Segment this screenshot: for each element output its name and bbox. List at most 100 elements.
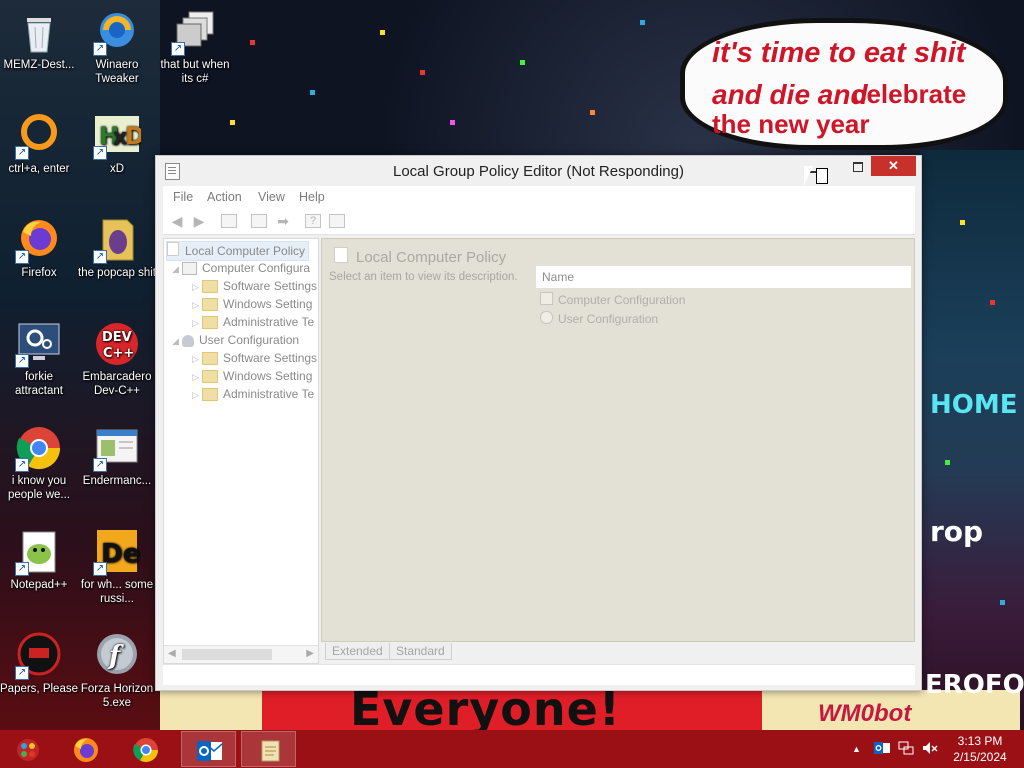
show-hide-tree-icon[interactable] xyxy=(221,214,237,228)
tree-node-computer-admin[interactable]: ▷ Administrative Te xyxy=(192,313,314,331)
list-item-user-config[interactable]: User Configuration xyxy=(540,311,658,326)
confetti xyxy=(450,120,455,125)
folder-icon xyxy=(202,298,218,312)
close-button[interactable]: ✕ xyxy=(871,156,916,176)
user-icon xyxy=(182,334,194,347)
menu-action[interactable]: Action xyxy=(207,190,242,204)
tab-standard[interactable]: Standard xyxy=(389,643,452,660)
bubble-line-2: and die and xyxy=(712,79,868,110)
tree-node-user-software[interactable]: ▷ Software Settings xyxy=(192,349,317,367)
chrome-icon: ↗ xyxy=(15,424,63,472)
tree-node-computer-config[interactable]: ◢ Computer Configura xyxy=(172,259,310,277)
tree-node-user-admin[interactable]: ▷ Administrative Te xyxy=(192,385,314,403)
taskbar-group-policy[interactable] xyxy=(241,731,296,767)
expand-arrow-icon[interactable]: ▷ xyxy=(192,368,202,386)
firefox-icon: ↗ xyxy=(15,216,63,264)
tab-extended[interactable]: Extended xyxy=(325,643,390,660)
taskbar-chrome[interactable] xyxy=(118,731,173,767)
outlook-tray-icon[interactable] xyxy=(874,741,890,758)
expand-arrow-icon[interactable]: ▷ xyxy=(192,314,202,332)
desktop-icon-papers-please[interactable]: ↗ Papers, Please xyxy=(0,632,78,696)
expand-arrow-icon[interactable]: ▷ xyxy=(192,296,202,314)
desktop-icon-xd[interactable]: HxD ↗ xD xyxy=(78,112,156,176)
clock-date: 2/15/2024 xyxy=(953,750,1007,764)
scroll-left-icon[interactable]: ◀ xyxy=(168,648,176,659)
desktop-icon-ctrl-a-enter[interactable]: ↗ ctrl+a, enter xyxy=(0,112,78,176)
shortcut-arrow-icon: ↗ xyxy=(93,458,107,472)
confetti xyxy=(960,220,965,225)
papers-please-icon: ↗ xyxy=(15,632,63,680)
devcpp-icon: DEV C++ xyxy=(93,320,141,368)
details-title: Local Computer Policy xyxy=(334,247,506,266)
column-header-name[interactable]: Name xyxy=(536,266,911,288)
expand-arrow-icon[interactable]: ▷ xyxy=(192,278,202,296)
desktop-icon-that-but-when[interactable]: ↗ that but when its c# xyxy=(156,8,234,86)
help-icon[interactable]: ? xyxy=(305,214,321,228)
tree-node-user-config[interactable]: ◢ User Configuration xyxy=(172,331,299,349)
clock[interactable]: 3:13 PM 2/15/2024 xyxy=(944,733,1016,765)
desktop-icon-label: ctrl+a, enter xyxy=(8,163,70,175)
list-item-label: Computer Configuration xyxy=(558,293,686,307)
collapse-arrow-icon[interactable]: ◢ xyxy=(172,260,182,278)
desktop-icon-label: i know you people we... xyxy=(7,475,70,501)
maximize-button[interactable] xyxy=(842,157,872,177)
desktop-icon-forza[interactable]: f Forza Horizon 5.exe xyxy=(78,632,156,710)
desktop-icon-notepadpp[interactable]: ↗ Notepad++ xyxy=(0,528,78,592)
tree-node-label: Administrative Te xyxy=(223,387,315,401)
show-hidden-icons-icon[interactable]: ▲ xyxy=(852,744,861,754)
confetti xyxy=(420,70,425,75)
flash-icon: f xyxy=(93,632,141,680)
desktop-icon-label: xD xyxy=(109,163,125,175)
back-icon[interactable]: ◀ xyxy=(169,214,185,228)
console-tree: Local Computer Policy ◢ Computer Configur… xyxy=(163,238,319,664)
forward-icon[interactable]: ▶ xyxy=(191,214,207,228)
tree-horizontal-scrollbar[interactable]: ◀ ▶ xyxy=(164,645,318,663)
menu-help[interactable]: Help xyxy=(299,190,325,204)
taskbar-firefox[interactable] xyxy=(58,731,113,767)
desktop-icon-label: Firefox xyxy=(21,267,57,279)
desktop-icon-devcpp[interactable]: DEV C++ Embarcadero Dev-C++ xyxy=(78,320,156,398)
group-policy-editor-window[interactable]: Local Group Policy Editor (Not Respondin… xyxy=(155,155,922,691)
desktop-icon-firefox[interactable]: ↗ Firefox xyxy=(0,216,78,280)
collapse-arrow-icon[interactable]: ◢ xyxy=(172,332,182,350)
wallpaper-neon-rop: rop xyxy=(930,515,984,548)
export-list-icon[interactable]: ➡ xyxy=(275,214,291,228)
busy-hourglass-icon xyxy=(816,168,828,184)
confetti xyxy=(250,40,255,45)
desktop-icon-endermanch[interactable]: ↗ Endermanc... xyxy=(78,424,156,488)
tree-node-label: User Configuration xyxy=(199,333,300,347)
bubble-line-1: it's time to eat shit xyxy=(712,37,966,69)
properties-icon[interactable] xyxy=(251,214,267,228)
tree-node-root[interactable]: Local Computer Policy xyxy=(166,241,310,261)
desktop-icon-de[interactable]: De ↗ for wh... some russi... xyxy=(78,528,156,606)
start-button[interactable] xyxy=(0,731,55,767)
bubble-line-3: the new year xyxy=(712,109,870,139)
desktop-icon-forkie[interactable]: ↗ forkie attractant xyxy=(0,320,78,398)
tree-node-computer-software[interactable]: ▷ Software Settings xyxy=(192,277,317,295)
desktop-icon-label: for wh... some russi... xyxy=(80,579,154,605)
expand-arrow-icon[interactable]: ▷ xyxy=(192,386,202,404)
expand-arrow-icon[interactable]: ▷ xyxy=(192,350,202,368)
menu-view[interactable]: View xyxy=(258,190,285,204)
desktop-icon-label: Forza Horizon 5.exe xyxy=(80,683,154,709)
desktop-icon-memz[interactable]: MEMZ-Dest... xyxy=(0,8,78,72)
volume-muted-icon[interactable] xyxy=(922,741,938,758)
taskbar-outlook[interactable] xyxy=(181,731,236,767)
list-item-label: User Configuration xyxy=(558,312,659,326)
shortcut-arrow-icon: ↗ xyxy=(15,146,29,160)
scrollbar-thumb[interactable] xyxy=(182,649,272,660)
list-item-computer-config[interactable]: Computer Configuration xyxy=(540,292,685,307)
policy-icon xyxy=(167,242,179,256)
tree-node-computer-windows[interactable]: ▷ Windows Setting xyxy=(192,295,312,313)
scroll-right-icon[interactable]: ▶ xyxy=(306,648,314,659)
network-icon[interactable] xyxy=(898,741,914,758)
confetti xyxy=(520,60,525,65)
show-action-pane-icon[interactable] xyxy=(329,214,345,228)
menu-file[interactable]: File xyxy=(173,190,193,204)
desktop-icon-winaero[interactable]: ↗ Winaero Tweaker xyxy=(78,8,156,86)
desktop-icon-chrome[interactable]: ↗ i know you people we... xyxy=(0,424,78,502)
window-app-icon: ↗ xyxy=(93,424,141,472)
desktop-icon-popcap[interactable]: ↗ the popcap shit xyxy=(78,216,156,280)
desktop-icon-label: Notepad++ xyxy=(10,579,68,591)
tree-node-user-windows[interactable]: ▷ Windows Setting xyxy=(192,367,312,385)
